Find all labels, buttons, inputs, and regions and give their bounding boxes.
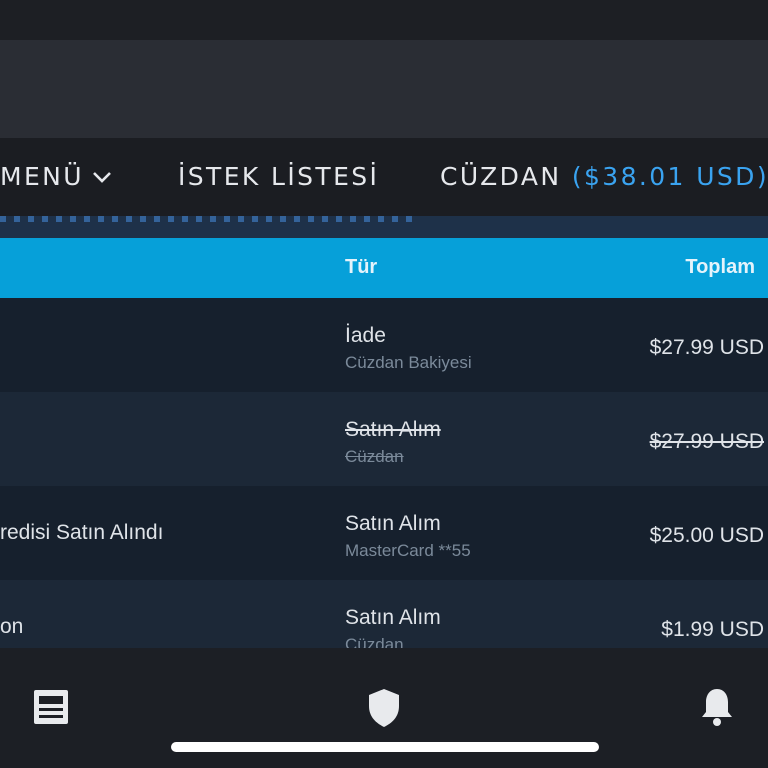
- table-header: Tür Toplam: [0, 238, 768, 298]
- row-amount: $27.99 USD: [649, 430, 764, 453]
- table-row[interactable]: İade Cüzdan Bakiyesi $27.99 USD: [0, 298, 768, 392]
- wallet-link[interactable]: CÜZDAN ($38.01 USD): [440, 162, 768, 192]
- row-payment-method: MasterCard **55: [345, 541, 471, 560]
- wallet-label: CÜZDAN: [440, 162, 562, 191]
- table-row[interactable]: redisi Satın Alındı Satın Alım MasterCar…: [0, 486, 768, 580]
- row-amount: $27.99 USD: [649, 336, 764, 359]
- wishlist-label: İSTEK LİSTESİ: [178, 162, 380, 191]
- bell-icon[interactable]: [699, 686, 735, 728]
- home-indicator: [171, 742, 599, 752]
- row-type: Satın Alım: [345, 606, 441, 629]
- row-amount: $25.00 USD: [649, 524, 764, 547]
- app-header: [0, 40, 768, 138]
- row-type: Satın Alım: [345, 512, 441, 535]
- row-type: İade: [345, 324, 386, 347]
- wishlist-link[interactable]: İSTEK LİSTESİ: [178, 162, 379, 192]
- shield-icon[interactable]: [367, 688, 401, 728]
- menu-dropdown[interactable]: MENÜ: [0, 162, 112, 192]
- row-type: Satın Alım: [345, 418, 441, 441]
- news-icon[interactable]: [34, 690, 68, 724]
- status-bar: [0, 0, 768, 40]
- row-payment-method: Cüzdan Bakiyesi: [345, 353, 472, 372]
- table-row[interactable]: Satın Alım Cüzdan $27.99 USD: [0, 392, 768, 486]
- table-row[interactable]: on Satın Alım Cüzdan $1.99 USD: [0, 580, 768, 648]
- column-header-total: Toplam: [685, 256, 755, 278]
- top-navigation: MENÜ İSTEK LİSTESİ CÜZDAN ($38.01 USD): [0, 138, 768, 216]
- row-payment-method: Cüzdan: [345, 447, 404, 466]
- row-amount: $1.99 USD: [661, 618, 764, 641]
- chevron-down-icon: [93, 172, 111, 183]
- truncated-text-fragment: [0, 216, 420, 222]
- wallet-balance: ($38.01 USD): [571, 162, 768, 191]
- row-payment-method: Cüzdan: [345, 635, 404, 648]
- row-description: on: [0, 615, 24, 638]
- row-description: redisi Satın Alındı: [0, 521, 164, 544]
- subheader-strip: [0, 216, 768, 238]
- menu-label: MENÜ: [0, 162, 84, 191]
- column-header-type: Tür: [345, 256, 378, 278]
